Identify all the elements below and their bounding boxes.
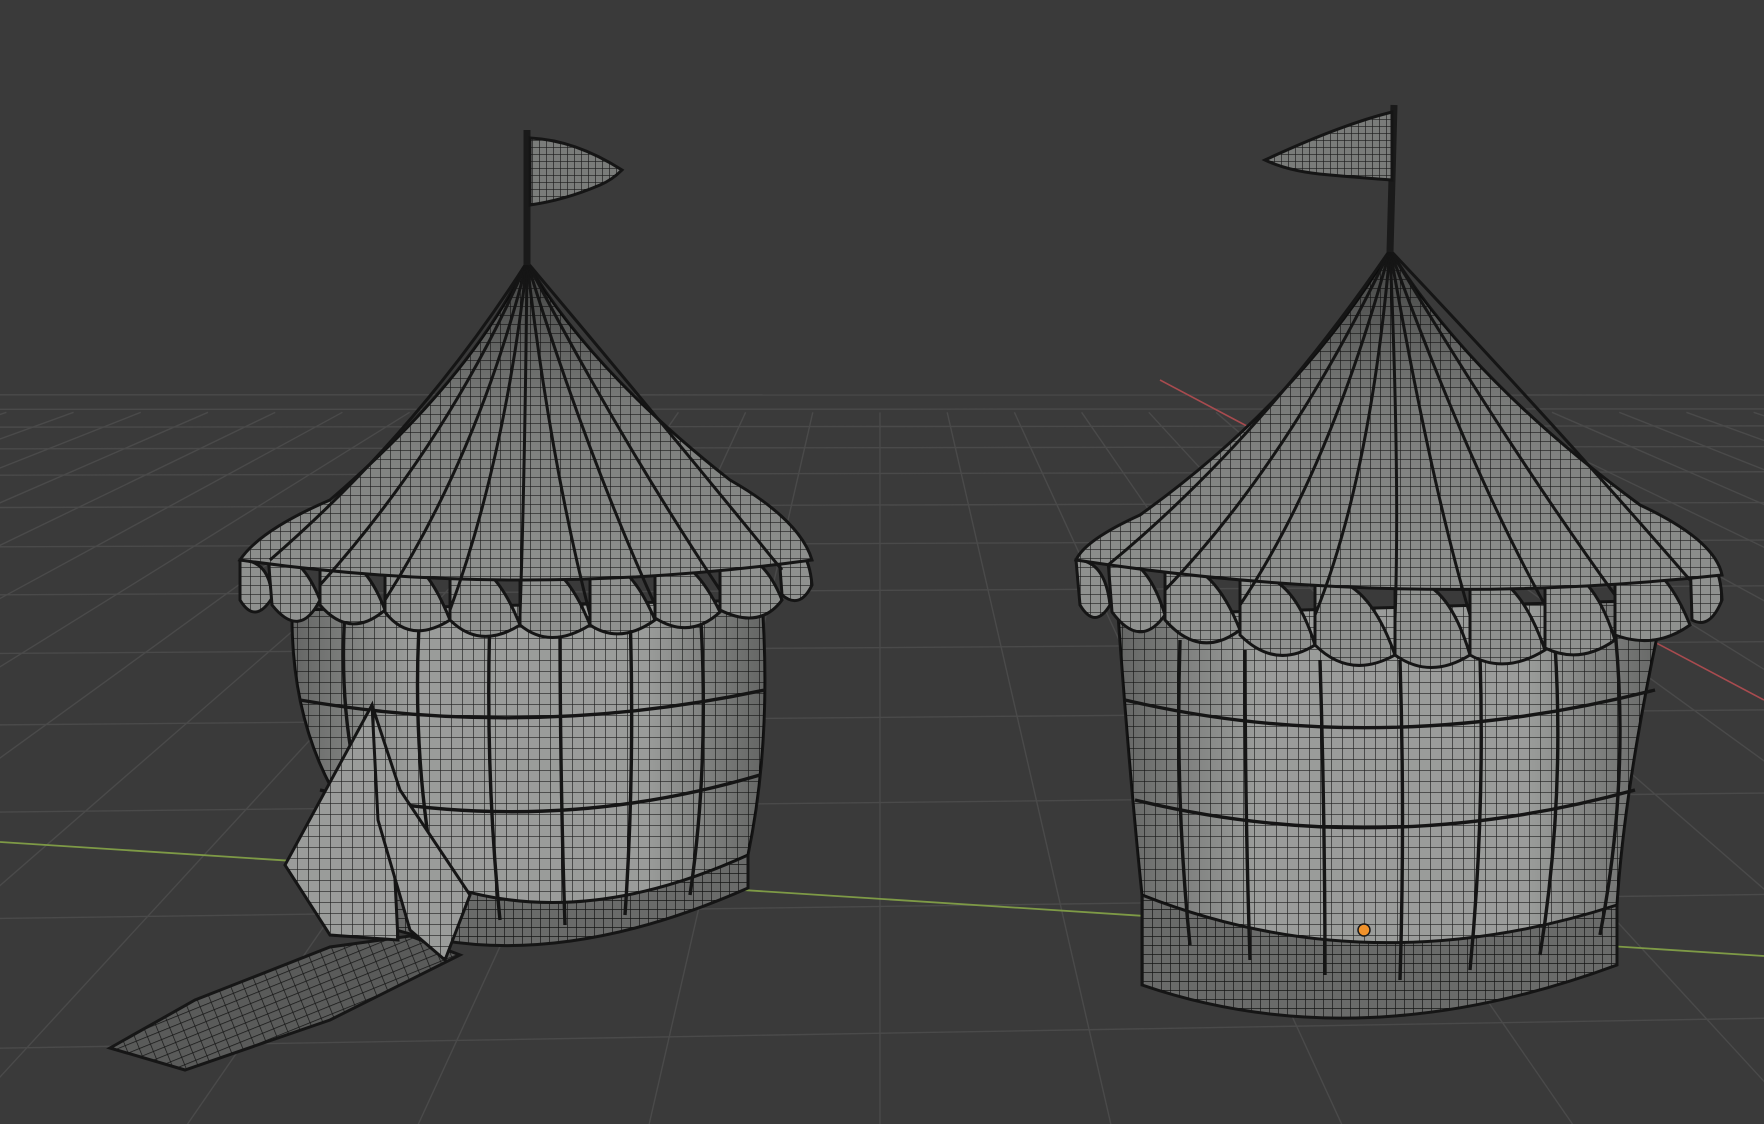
3d-viewport[interactable]	[0, 0, 1764, 1124]
object-origin-dot-icon[interactable]	[1357, 923, 1371, 937]
viewport-canvas[interactable]	[0, 0, 1764, 1124]
